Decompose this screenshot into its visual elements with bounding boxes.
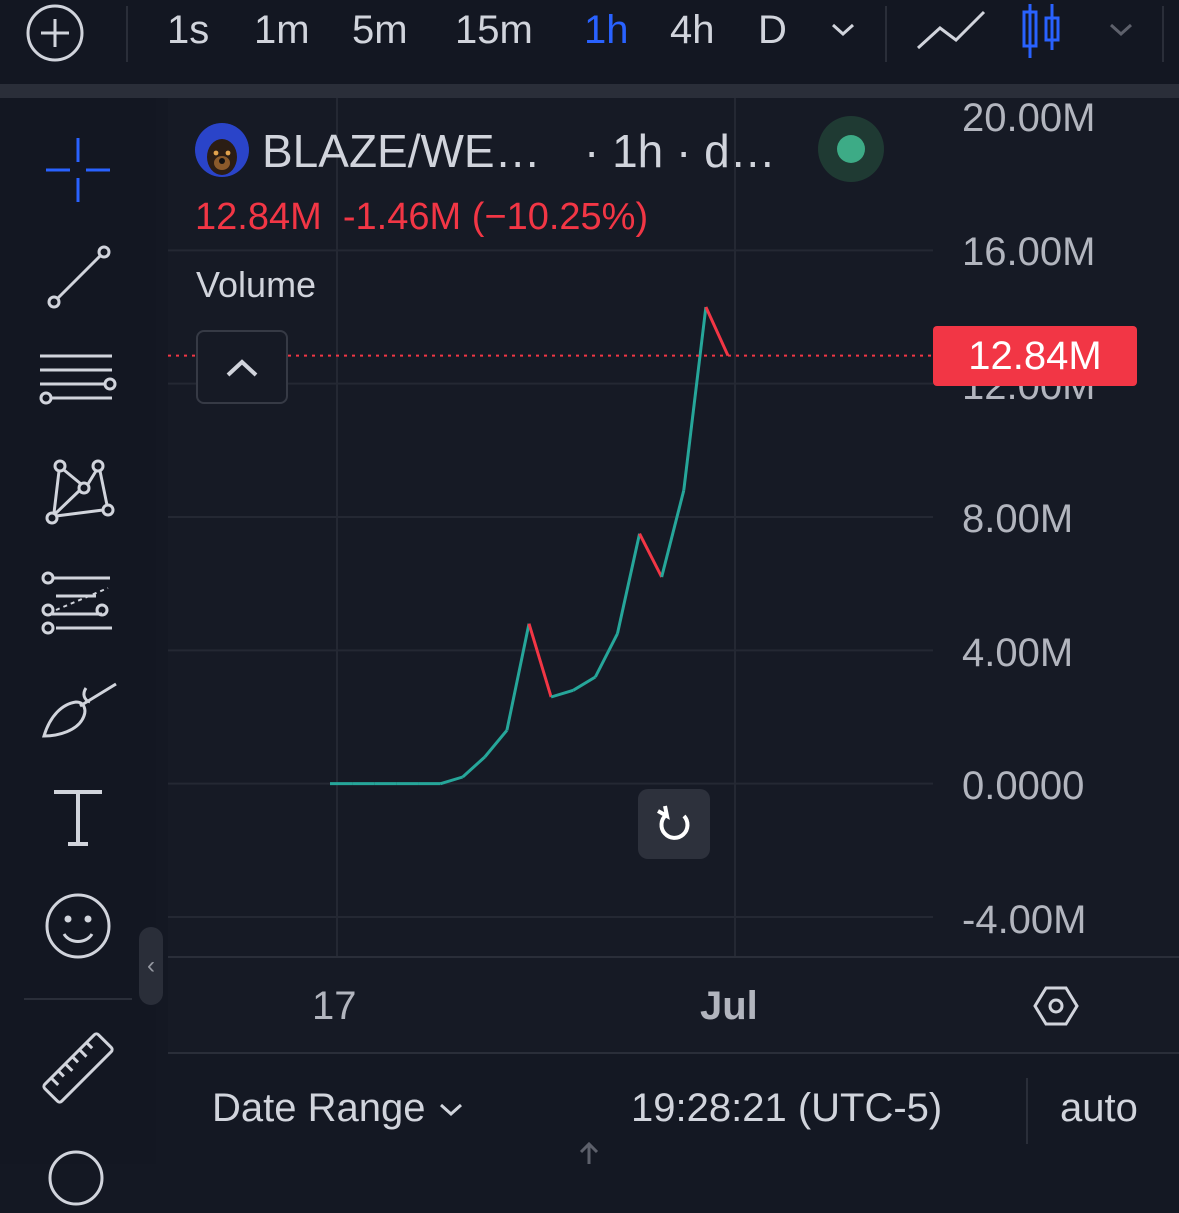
emoji-icon[interactable] [36, 884, 120, 968]
interval-15m[interactable]: 15m [455, 4, 533, 56]
chevron-down-icon[interactable] [1106, 14, 1136, 44]
price-scale-label: -4.00M [962, 898, 1087, 942]
chart-settings-icon[interactable] [1032, 982, 1080, 1030]
time-scale-label: 17 [312, 984, 357, 1028]
sidebar-divider [24, 998, 132, 1000]
collapse-toolbar-button[interactable]: ‹ [139, 927, 163, 1005]
top-toolbar: 1s 1m 5m 15m 1h 4h D [0, 0, 1179, 84]
price-scale-label: 20.00M [962, 96, 1096, 140]
interval-5m[interactable]: 5m [352, 4, 408, 56]
candles-icon[interactable] [1016, 2, 1066, 60]
market-status-indicator[interactable] [818, 116, 884, 182]
interval-1m[interactable]: 1m [254, 4, 310, 56]
crosshair-icon[interactable] [36, 128, 120, 212]
clock[interactable]: 19:28:21 (UTC-5) [631, 1086, 942, 1131]
collapse-legend-button[interactable] [196, 330, 288, 404]
legend-values: 12.84M -1.46M (−10.25%) [195, 196, 648, 239]
last-price: 12.84M [195, 196, 322, 238]
date-range-label: Date Range [212, 1086, 426, 1130]
symbol-name[interactable]: BLAZE/WE… [262, 124, 541, 178]
trend-line-icon[interactable] [36, 236, 120, 320]
price-scale-label: 8.00M [962, 497, 1074, 541]
pattern-icon[interactable] [36, 452, 120, 536]
auto-scale-toggle[interactable]: auto [1060, 1086, 1138, 1131]
brush-icon[interactable] [36, 668, 120, 752]
price-scale-label: 4.00M [962, 631, 1074, 675]
interval-4h[interactable]: 4h [670, 4, 715, 56]
zoom-icon[interactable] [46, 1148, 106, 1208]
chevron-down-icon [439, 1103, 462, 1117]
arrow-up-icon [576, 1140, 602, 1164]
legend-interval: · 1h · d… [584, 125, 776, 177]
date-range-button[interactable]: Date Range [212, 1086, 465, 1131]
drawing-toolbar [0, 98, 156, 1206]
price-change: -1.46M [342, 196, 462, 238]
current-price-label: 12.84M [933, 326, 1137, 386]
text-icon[interactable] [36, 776, 120, 860]
time-scale-label: Jul [700, 984, 758, 1028]
ruler-icon[interactable] [36, 1026, 120, 1110]
chevron-down-icon[interactable] [828, 14, 858, 44]
price-change-percent: (−10.25%) [471, 196, 649, 238]
price-scale-label: 0.0000 [962, 764, 1085, 808]
interval-d[interactable]: D [758, 4, 787, 56]
interval-1s[interactable]: 1s [167, 4, 209, 56]
bottom-divider [1026, 1078, 1028, 1144]
forecasting-icon[interactable] [36, 560, 120, 644]
symbol-avatar[interactable] [195, 123, 249, 177]
line-chart-icon[interactable] [914, 6, 988, 54]
price-scale-label: 16.00M [962, 230, 1096, 274]
add-symbol-icon[interactable] [24, 2, 86, 64]
interval-1h[interactable]: 1h [584, 4, 629, 56]
reset-chart-button[interactable] [638, 789, 710, 859]
volume-indicator-label[interactable]: Volume [196, 264, 316, 306]
fib-retracement-icon[interactable] [36, 344, 120, 428]
